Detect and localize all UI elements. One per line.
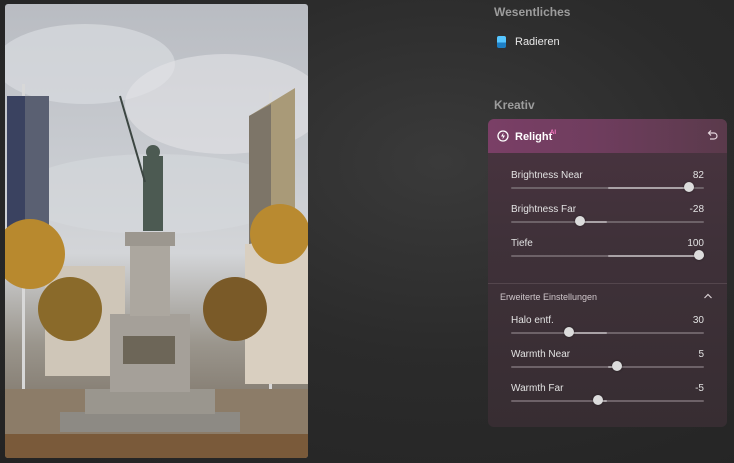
slider-thumb[interactable] — [575, 216, 586, 226]
relight-icon — [497, 130, 509, 142]
tool-erase-button[interactable]: Radieren — [497, 36, 560, 48]
slider-thumb[interactable] — [694, 250, 704, 260]
slider-label: Brightness Far — [511, 204, 577, 215]
slider-thumb[interactable] — [592, 395, 603, 405]
tool-erase-label: Radieren — [515, 36, 560, 48]
slider-track[interactable] — [511, 221, 704, 223]
slider-value[interactable]: 5 — [698, 349, 704, 360]
slider-thumb[interactable] — [612, 361, 623, 371]
panel-divider — [488, 283, 727, 284]
panel-title: Relight — [515, 131, 553, 143]
eraser-icon — [497, 36, 506, 48]
photo-image — [5, 24, 308, 458]
photo-preview[interactable] — [5, 4, 308, 458]
slider-value[interactable]: 30 — [693, 315, 704, 326]
slider-label: Tiefe — [511, 238, 533, 249]
slider-fill — [568, 332, 608, 334]
section-title-creative: Kreativ — [494, 98, 535, 112]
slider-track[interactable] — [511, 332, 704, 334]
slider-label: Halo entf. — [511, 315, 554, 326]
slider-value[interactable]: -28 — [690, 204, 704, 215]
slider-track[interactable] — [511, 400, 704, 402]
relight-panel-header[interactable]: Relight AI — [488, 119, 727, 153]
relight-panel: Relight AI Brightness Near 82 Brightness F… — [488, 119, 727, 427]
slider-fill — [607, 187, 689, 189]
slider-label: Brightness Near — [511, 170, 583, 181]
slider-label: Warmth Near — [511, 349, 571, 360]
slider-value[interactable]: 100 — [687, 238, 704, 249]
slider-fill — [607, 255, 704, 257]
advanced-settings-toggle[interactable]: Erweiterte Einstellungen — [500, 292, 597, 302]
chevron-up-icon[interactable] — [703, 292, 713, 300]
undo-icon[interactable] — [705, 128, 719, 142]
slider-value[interactable]: 82 — [693, 170, 704, 181]
section-title-essentials: Wesentliches — [494, 5, 571, 19]
ai-badge: AI — [550, 130, 556, 136]
slider-value[interactable]: -5 — [695, 383, 704, 394]
slider-thumb[interactable] — [683, 182, 694, 192]
slider-label: Warmth Far — [511, 383, 564, 394]
slider-thumb[interactable] — [563, 327, 574, 337]
